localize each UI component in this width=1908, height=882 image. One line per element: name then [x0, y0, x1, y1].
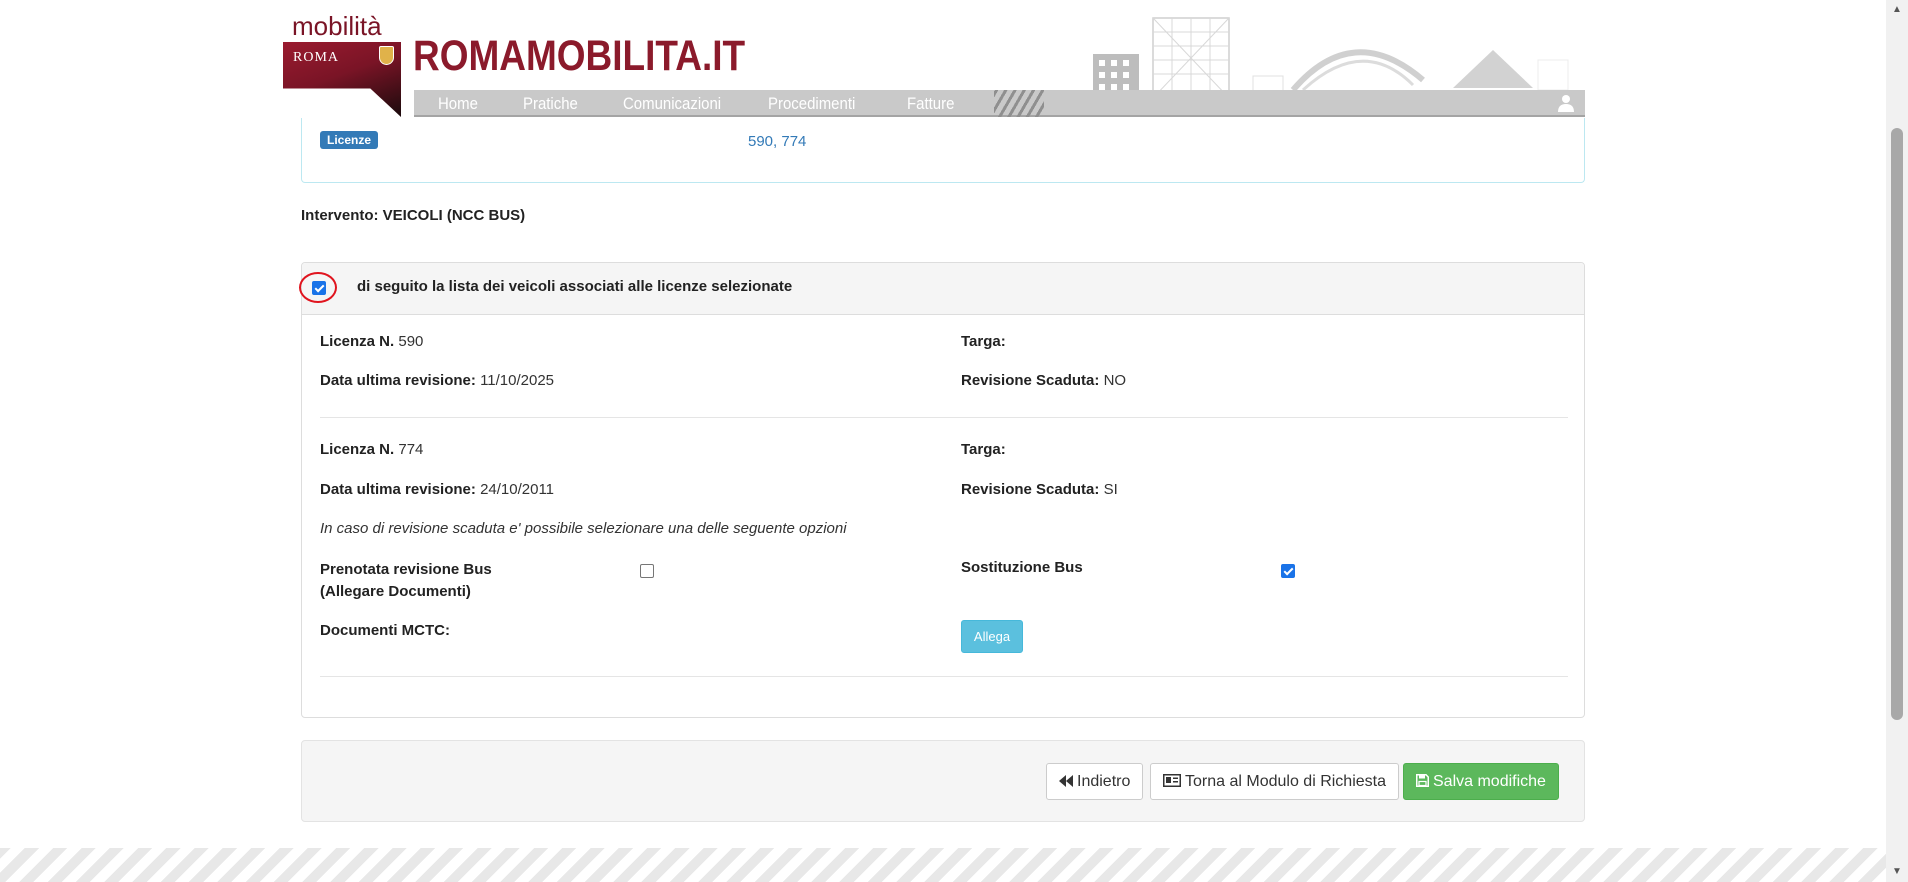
licenses-panel: Licenze 590, 774 [301, 118, 1585, 183]
return-label: Torna al Modulo di Richiesta [1185, 773, 1386, 790]
save-label: Salva modifiche [1433, 773, 1546, 790]
vehicle-divider [320, 417, 1568, 418]
brand-title[interactable]: ROMAMOBILITA.IT [413, 32, 745, 81]
sostituzione-bus-checkbox[interactable] [1281, 564, 1295, 578]
chevron-down-icon [1691, 101, 1699, 106]
intervento-title: Intervento: VEICOLI (NCC BUS) [301, 207, 526, 224]
nav-home[interactable]: Home [438, 90, 478, 117]
vehicle-2-revisione-scaduta: Revisione Scaduta: SI [961, 481, 1118, 498]
vehicle-2-data-revisione: Data ultima revisione: 24/10/2011 [320, 481, 554, 498]
logo-mobilita-text: mobilità [292, 11, 382, 41]
allega-button[interactable]: Allega [961, 620, 1023, 653]
data-revisione-value: 11/10/2025 [480, 372, 555, 389]
back-label: Indietro [1077, 773, 1131, 790]
id-card-icon [1163, 774, 1181, 787]
sostituzione-bus-text: Sostituzione Bus [961, 559, 1083, 576]
main-navbar: Home Pratiche Comunicazioni Procedimenti… [414, 90, 1699, 117]
vehicles-panel: di seguito la lista dei veicoli associat… [299, 262, 1585, 718]
save-button[interactable]: Salva modifiche [1403, 763, 1559, 800]
documenti-mctc-label: Documenti MCTC: [320, 622, 450, 639]
prenotata-revisione-label: Prenotata revisione Bus (Allegare Docume… [320, 559, 492, 603]
revisione-scaduta-label: Revisione Scaduta: [961, 372, 1100, 389]
licenses-numbers: 590, 774 [748, 133, 807, 150]
vehicle-1-licenza: Licenza N. 590 [320, 333, 423, 350]
page-scrollbar[interactable]: ▲ ▼ [1886, 0, 1908, 882]
licenza-value: 774 [398, 441, 424, 458]
scroll-up-arrow-icon[interactable]: ▲ [1886, 0, 1908, 20]
vehicle-1-revisione-scaduta: Revisione Scaduta: NO [961, 372, 1126, 389]
prenotata-line-2: (Allegare Documenti) [320, 583, 471, 600]
licenza-label: Licenza N. [320, 441, 395, 458]
revisione-scaduta-label: Revisione Scaduta: [961, 481, 1100, 498]
footer-stripes-decoration [0, 848, 1886, 882]
data-revisione-value: 24/10/2011 [480, 481, 555, 498]
nav-fatture[interactable]: Fatture [907, 90, 954, 117]
skyline-decoration-icon [1093, 17, 1569, 90]
nav-stripes-decoration [994, 90, 1044, 117]
nav-procedimenti[interactable]: Procedimenti [768, 90, 855, 117]
vehicles-panel-title: di seguito la lista dei veicoli associat… [357, 278, 793, 295]
revisione-scaduta-value: SI [1103, 481, 1118, 498]
documenti-mctc-text: Documenti MCTC: [320, 622, 450, 639]
site-header: mobilità ROMA ROMAMOBILITA.IT Home Prati… [283, 0, 1699, 120]
data-revisione-label: Data ultima revisione: [320, 372, 476, 389]
vehicle-2-targa: Targa: [961, 441, 1006, 458]
select-all-vehicles-checkbox[interactable] [312, 281, 326, 295]
revisione-scaduta-value: NO [1103, 372, 1127, 389]
licenza-value: 590 [398, 333, 424, 350]
vehicle-1-data-revisione: Data ultima revisione: 11/10/2025 [320, 372, 554, 389]
targa-label: Targa: [961, 333, 1006, 350]
licenza-label: Licenza N. [320, 333, 395, 350]
scrollbar-thumb[interactable] [1891, 128, 1903, 720]
vehicles-panel-header: di seguito la lista dei veicoli associat… [299, 263, 1584, 315]
nav-pratiche[interactable]: Pratiche [523, 90, 578, 117]
targa-label: Targa: [961, 441, 1006, 458]
logo-roma-text: ROMA [293, 50, 340, 65]
data-revisione-label: Data ultima revisione: [320, 481, 476, 498]
scroll-down-arrow-icon[interactable]: ▼ [1886, 862, 1908, 882]
form-action-bar: Indietro Torna al Modulo di Richiesta Sa… [301, 740, 1585, 822]
prenotata-revisione-checkbox[interactable] [640, 564, 654, 578]
revisione-scaduta-note: In caso di revisione scaduta e' possibil… [320, 520, 847, 537]
floppy-disk-icon [1416, 774, 1429, 787]
back-button[interactable]: Indietro [1046, 763, 1144, 800]
vehicle-divider [320, 676, 1568, 677]
user-icon [1558, 95, 1574, 112]
licenses-badge: Licenze [320, 131, 379, 149]
sostituzione-bus-label: Sostituzione Bus [961, 559, 1083, 576]
vehicle-1-targa: Targa: [961, 333, 1006, 350]
user-menu[interactable] [1532, 90, 1717, 117]
return-to-form-button[interactable]: Torna al Modulo di Richiesta [1150, 763, 1399, 800]
nav-comunicazioni[interactable]: Comunicazioni [623, 90, 721, 117]
roma-crest-icon [379, 46, 394, 65]
vehicle-2-licenza: Licenza N. 774 [320, 441, 423, 458]
double-chevron-left-icon [1059, 775, 1073, 787]
prenotata-line-1: Prenotata revisione Bus [320, 561, 492, 578]
